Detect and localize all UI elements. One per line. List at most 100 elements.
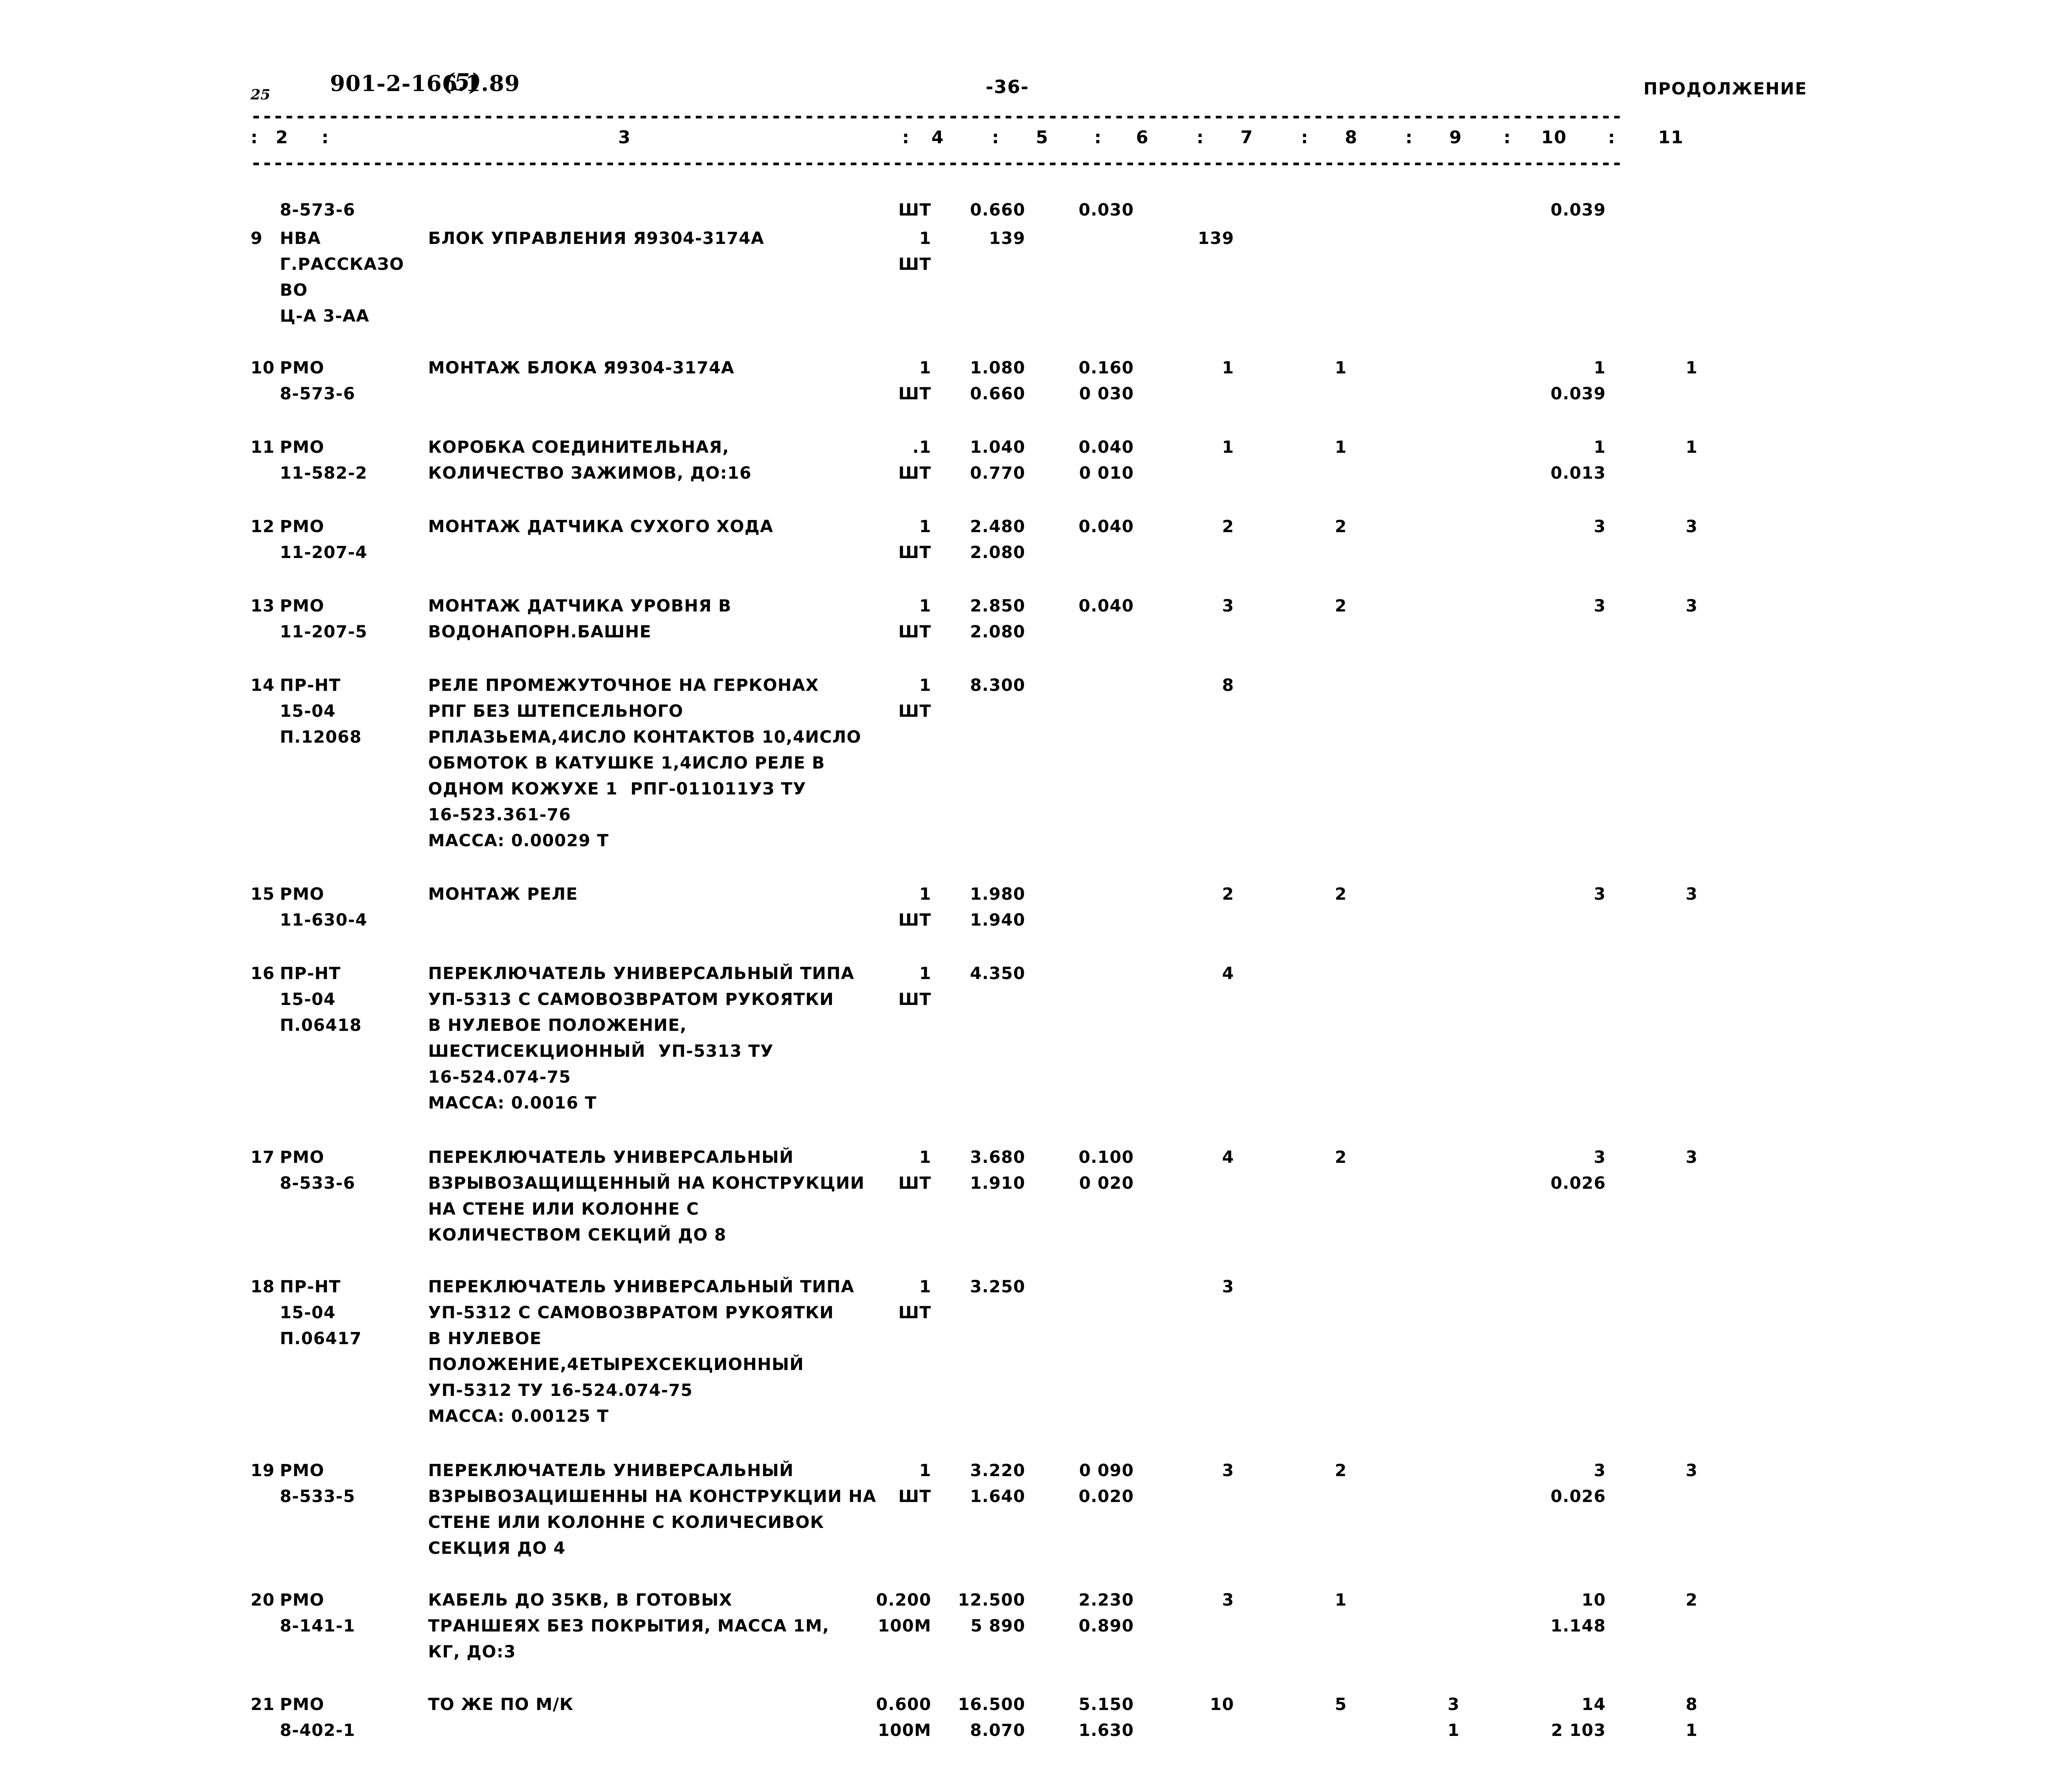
scanned-page: 25 901-2-166.1.89 (5) -36- ПРОДОЛЖЕНИЕ --… [0, 0, 2072, 1740]
page-number: -36- [986, 76, 1029, 98]
row-description-line: ШЕСТИСЕКЦИОННЫЙ УП-5313 ТУ [428, 1042, 774, 1061]
row-item-number: 19 [251, 1461, 275, 1480]
row-code-norm: 11-207-5 [280, 622, 368, 642]
row-value-c7: 3 [1222, 1591, 1234, 1610]
column-number-6: 6 [1136, 127, 1149, 147]
row-value-c10: 1 [1593, 438, 1606, 457]
row-value-c11: 1 [1685, 358, 1698, 378]
row-value-c6-sub: 0.030 [1078, 200, 1134, 220]
row-code-norm: 8-533-6 [280, 1174, 355, 1193]
row-description-line: УП-5312 ТУ 16-524.074-75 [428, 1381, 693, 1400]
table-row[interactable]: 20 РМО 8-141-1 КАБЕЛЬ ДО 35КВ, В ГОТОВЫХ ТРА… [251, 1587, 1846, 1692]
table-row[interactable]: 17 РМО 8-533-6 ПЕРЕКЛЮЧАТЕЛЬ УНИВЕРСАЛЬНЫЙ В… [251, 1144, 1846, 1274]
row-quantity: .1 [912, 438, 931, 457]
row-description-line: КОЛИЧЕСТВОМ СЕКЦИЙ ДО 8 [428, 1225, 727, 1245]
row-value-c7: 4 [1222, 964, 1234, 983]
row-description-line: МОНТАЖ БЛОКА Я9304-3174А [428, 358, 735, 378]
row-description-line: ВОДОНАПОРН.БАШНЕ [428, 622, 652, 642]
specification-listing: 25 901-2-166.1.89 (5) -36- ПРОДОЛЖЕНИЕ --… [251, 69, 1846, 1771]
row-description-line: 16-523.361-76 [428, 805, 571, 825]
row-description-line: РПГ БЕЗ ШТЕПСЕЛЬНОГО [428, 702, 684, 721]
row-code-source: РМО [280, 1461, 325, 1480]
row-code-source: НВА [280, 229, 321, 248]
table-row[interactable]: 9 НВА Г.РАССКАЗО ВО Ц-А 3-АА БЛОК УПРАВЛЕНИЯ … [251, 226, 1846, 355]
table-row[interactable]: 8-573-6 ШТ 0.660 0.030 0.039 [251, 171, 1846, 226]
table-row[interactable]: 16 ПР-НТ 15-04 П.06418 ПЕРЕКЛЮЧАТЕЛЬ УНИВЕРС… [251, 961, 1846, 1144]
row-description-line: БЛОК УПРАВЛЕНИЯ Я9304-3174А [428, 229, 765, 248]
row-code-source: РМО [280, 1148, 325, 1167]
row-value-c8: 1 [1334, 358, 1347, 378]
row-quantity: 1 [919, 229, 931, 248]
row-description-line: ОБМОТОК В КАТУШКЕ 1,4ИСЛО РЕЛЕ В [428, 754, 825, 773]
row-quantity: 1 [919, 1148, 931, 1167]
column-header-row: :2:3:4:5:6:7:8:9:10:11 [251, 124, 1846, 155]
row-code-source: РМО [280, 1591, 325, 1610]
row-value-c5-sub: 5 890 [970, 1616, 1025, 1636]
column-separator: : [1405, 127, 1413, 147]
row-code-norm: 8-533-5 [280, 1487, 355, 1506]
row-value-c5-sub: 2.080 [970, 622, 1025, 642]
table-row[interactable]: 14 ПР-НТ 15-04 П.12068 РЕЛЕ ПРОМЕЖУТОЧНОЕ НА… [251, 672, 1846, 881]
row-value-c11: 3 [1685, 596, 1698, 616]
row-value-c6: 0 090 [1079, 1461, 1134, 1480]
row-code-norm: 11-630-4 [280, 911, 368, 930]
row-quantity: 1 [919, 964, 931, 983]
row-value-c6: 0.040 [1078, 517, 1134, 536]
row-value-c5: 4.350 [970, 964, 1025, 983]
row-code-source: ПР-НТ [280, 676, 341, 695]
row-code-source: РМО [280, 1695, 325, 1714]
row-value-c11: 3 [1685, 1461, 1698, 1480]
row-value-c10-sub: 2 103 [1551, 1721, 1606, 1740]
row-code-source: РМО [280, 358, 325, 378]
table-row[interactable]: 21 РМО 8-402-1 ТО ЖЕ ПО М/К 0.600 100М 16.500 8… [251, 1692, 1846, 1771]
row-value-c8: 5 [1334, 1695, 1347, 1714]
row-unit: ШТ [898, 1303, 931, 1322]
row-unit: ШТ [898, 1487, 931, 1506]
row-item-number: 9 [251, 229, 263, 248]
row-value-c10-sub: 0.039 [1550, 384, 1606, 403]
row-value-c10: 1 [1593, 358, 1606, 378]
row-description-line: ПЕРЕКЛЮЧАТЕЛЬ УНИВЕРСАЛЬНЫЙ ТИПА [428, 964, 855, 983]
column-number-9: 9 [1449, 127, 1462, 147]
row-description-line: ТРАНШЕЯХ БЕЗ ПОКРЫТИЯ, МАССА 1М, [428, 1616, 829, 1636]
table-row[interactable]: 10 РМО 8-573-6 МОНТАЖ БЛОКА Я9304-3174А 1 ШТ 1… [251, 355, 1846, 434]
row-code-norm: 8-573-6 [280, 384, 355, 403]
row-unit: ШТ [898, 1174, 931, 1193]
row-item-number: 20 [251, 1591, 275, 1610]
row-code-source: ПР-НТ [280, 964, 341, 983]
table-row[interactable]: 18 ПР-НТ 15-04 П.06417 ПЕРЕКЛЮЧАТЕЛЬ УНИВЕРС… [251, 1274, 1846, 1458]
row-description-line: ПОЛОЖЕНИЕ,4ЕТЫРЕХСЕКЦИОННЫЙ [428, 1355, 804, 1374]
row-value-c7: 4 [1222, 1148, 1234, 1167]
rule-bottom: ----------------------------------------… [251, 155, 1623, 171]
row-value-c11-sub: 1 [1685, 1721, 1698, 1740]
table-row[interactable]: 19 РМО 8-533-5 ПЕРЕКЛЮЧАТЕЛЬ УНИВЕРСАЛЬНЫЙ В… [251, 1458, 1846, 1587]
row-value-c5-sub: 1.910 [970, 1174, 1025, 1193]
table-row[interactable]: 15 РМО 11-630-4 МОНТАЖ РЕЛЕ 1 ШТ 1.980 1.940 2 2 3… [251, 881, 1846, 961]
table-row[interactable]: 13 РМО 11-207-5 МОНТАЖ ДАТЧИКА УРОВНЯ В ВОДО… [251, 593, 1846, 672]
row-value-c5: 1.080 [970, 358, 1025, 378]
row-value-c5: 16.500 [958, 1695, 1025, 1714]
column-separator: : [322, 127, 330, 147]
row-value-c5-sub: 2.080 [970, 543, 1025, 562]
column-number-3: 3 [618, 127, 631, 147]
column-number-8: 8 [1345, 127, 1358, 147]
row-unit: ШТ [898, 384, 931, 403]
row-value-c5: 1.980 [970, 885, 1025, 904]
column-number-4: 4 [931, 127, 944, 147]
row-value-c7: 3 [1222, 1461, 1234, 1480]
row-code-source: РМО [280, 596, 325, 616]
table-row[interactable]: 11 РМО 11-582-2 КОРОБКА СОЕДИНИТЕЛЬНАЯ, КОЛИ… [251, 434, 1846, 514]
row-value-c5: 3.250 [970, 1277, 1025, 1297]
row-value-c6-sub: 0 020 [1079, 1174, 1134, 1193]
row-item-number: 11 [251, 438, 275, 457]
table-row[interactable]: 12 РМО 11-207-4 МОНТАЖ ДАТЧИКА СУХОГО ХОДА 1… [251, 514, 1846, 593]
column-separator: : [251, 127, 259, 147]
row-value-c5-sub: 0.770 [970, 464, 1025, 483]
row-value-c10: 3 [1593, 596, 1606, 616]
row-value-c8: 2 [1334, 596, 1347, 616]
row-value-c7: 1 [1222, 438, 1234, 457]
row-value-c10-sub: 0.039 [1550, 200, 1606, 220]
column-number-5: 5 [1036, 127, 1049, 147]
row-description-line: МАССА: 0.00125 Т [428, 1407, 609, 1426]
row-value-c5: 1.040 [970, 438, 1025, 457]
